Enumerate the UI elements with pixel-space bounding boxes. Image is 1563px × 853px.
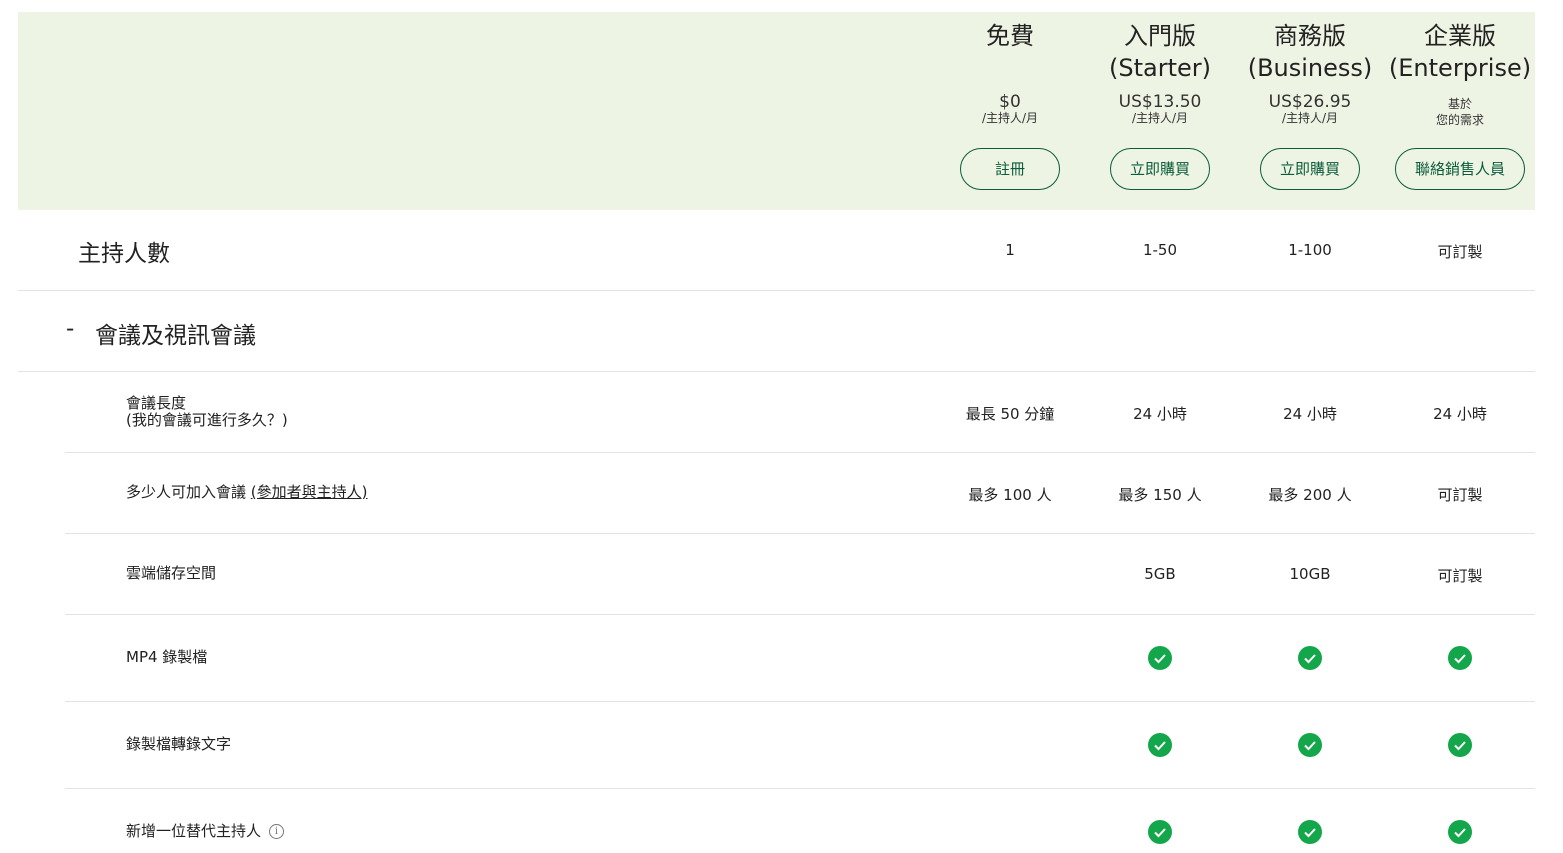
plan-price: $0 [999, 92, 1021, 112]
hosts-label: 主持人數 [78, 241, 170, 267]
plan-name: 入門版 (Starter) [1109, 22, 1211, 82]
section-toggle[interactable]: - [66, 316, 74, 342]
feature-label-participants: 多少人可加入會議 (參加者與主持人) [126, 484, 368, 501]
section-title[interactable]: 會議及視訊會議 [95, 316, 256, 350]
plan-unit: /主持人/月 [981, 111, 1039, 125]
check-icon [1298, 733, 1322, 757]
divider [65, 452, 1535, 453]
check-icon [1148, 820, 1172, 844]
feature-label: 多少人可加入會議 [126, 483, 251, 501]
plan-unit: /主持人/月 [1281, 111, 1339, 125]
divider [65, 701, 1535, 702]
divider [65, 533, 1535, 534]
feature-label: 會議長度 [126, 394, 187, 412]
hosts-value-business: 1-100 [1288, 241, 1332, 259]
participants-link[interactable]: (參加者與主持人) [251, 483, 368, 501]
check-icon [1448, 646, 1472, 670]
contact-sales-button[interactable]: 聯絡銷售人員 [1395, 148, 1525, 190]
feature-value: 24 小時 [1133, 405, 1187, 423]
info-icon[interactable]: i [269, 824, 285, 839]
feature-value: 最多 150 人 [1118, 486, 1202, 504]
plan-name: 免費 [986, 22, 1034, 50]
divider [18, 290, 1535, 291]
feature-value: 最多 100 人 [968, 486, 1052, 504]
feature-value: 可訂製 [1437, 486, 1483, 504]
divider [18, 371, 1535, 372]
hosts-value-free: 1 [1005, 241, 1015, 259]
buy-business-button[interactable]: 立即購買 [1260, 148, 1360, 190]
feature-label: 新增一位替代主持人 [126, 822, 262, 840]
plan-header: 免費 $0 /主持人/月 註冊 入門版 (Starter) US$13.50 /… [18, 12, 1535, 210]
plan-price: US$13.50 [1118, 92, 1202, 112]
feature-label-cloud-storage: 雲端儲存空間 [126, 564, 217, 582]
plan-name: 企業版 (Enterprise) [1388, 22, 1532, 82]
plan-unit: /主持人/月 [1131, 111, 1189, 125]
signup-button[interactable]: 註冊 [960, 148, 1060, 190]
plan-price: US$26.95 [1268, 92, 1352, 112]
plan-note: 基於 您的需求 [1435, 97, 1484, 127]
divider [65, 788, 1535, 789]
feature-value: 5GB [1144, 565, 1176, 583]
feature-sublabel: (我的會議可進行多久？) [126, 411, 288, 429]
hosts-value-enterprise: 可訂製 [1437, 243, 1483, 261]
check-icon [1148, 646, 1172, 670]
check-icon [1448, 733, 1472, 757]
plan-name: 商務版 (Business) [1247, 22, 1373, 82]
feature-label-meeting-length: 會議長度 (我的會議可進行多久？) [126, 395, 288, 429]
feature-value: 可訂製 [1437, 567, 1483, 585]
check-icon [1298, 820, 1322, 844]
feature-label-transcription: 錄製檔轉錄文字 [126, 735, 232, 753]
feature-value: 10GB [1289, 565, 1331, 583]
divider [65, 614, 1535, 615]
feature-label-mp4: MP4 錄製檔 [126, 648, 208, 666]
buy-starter-button[interactable]: 立即購買 [1110, 148, 1210, 190]
feature-value: 最多 200 人 [1268, 486, 1352, 504]
check-icon [1148, 733, 1172, 757]
hosts-value-starter: 1-50 [1142, 241, 1178, 259]
feature-value: 最長 50 分鐘 [965, 405, 1055, 423]
feature-value: 24 小時 [1433, 405, 1487, 423]
check-icon [1448, 820, 1472, 844]
feature-label-alternate-host: 新增一位替代主持人 i [126, 822, 285, 840]
feature-value: 24 小時 [1283, 405, 1337, 423]
check-icon [1298, 646, 1322, 670]
